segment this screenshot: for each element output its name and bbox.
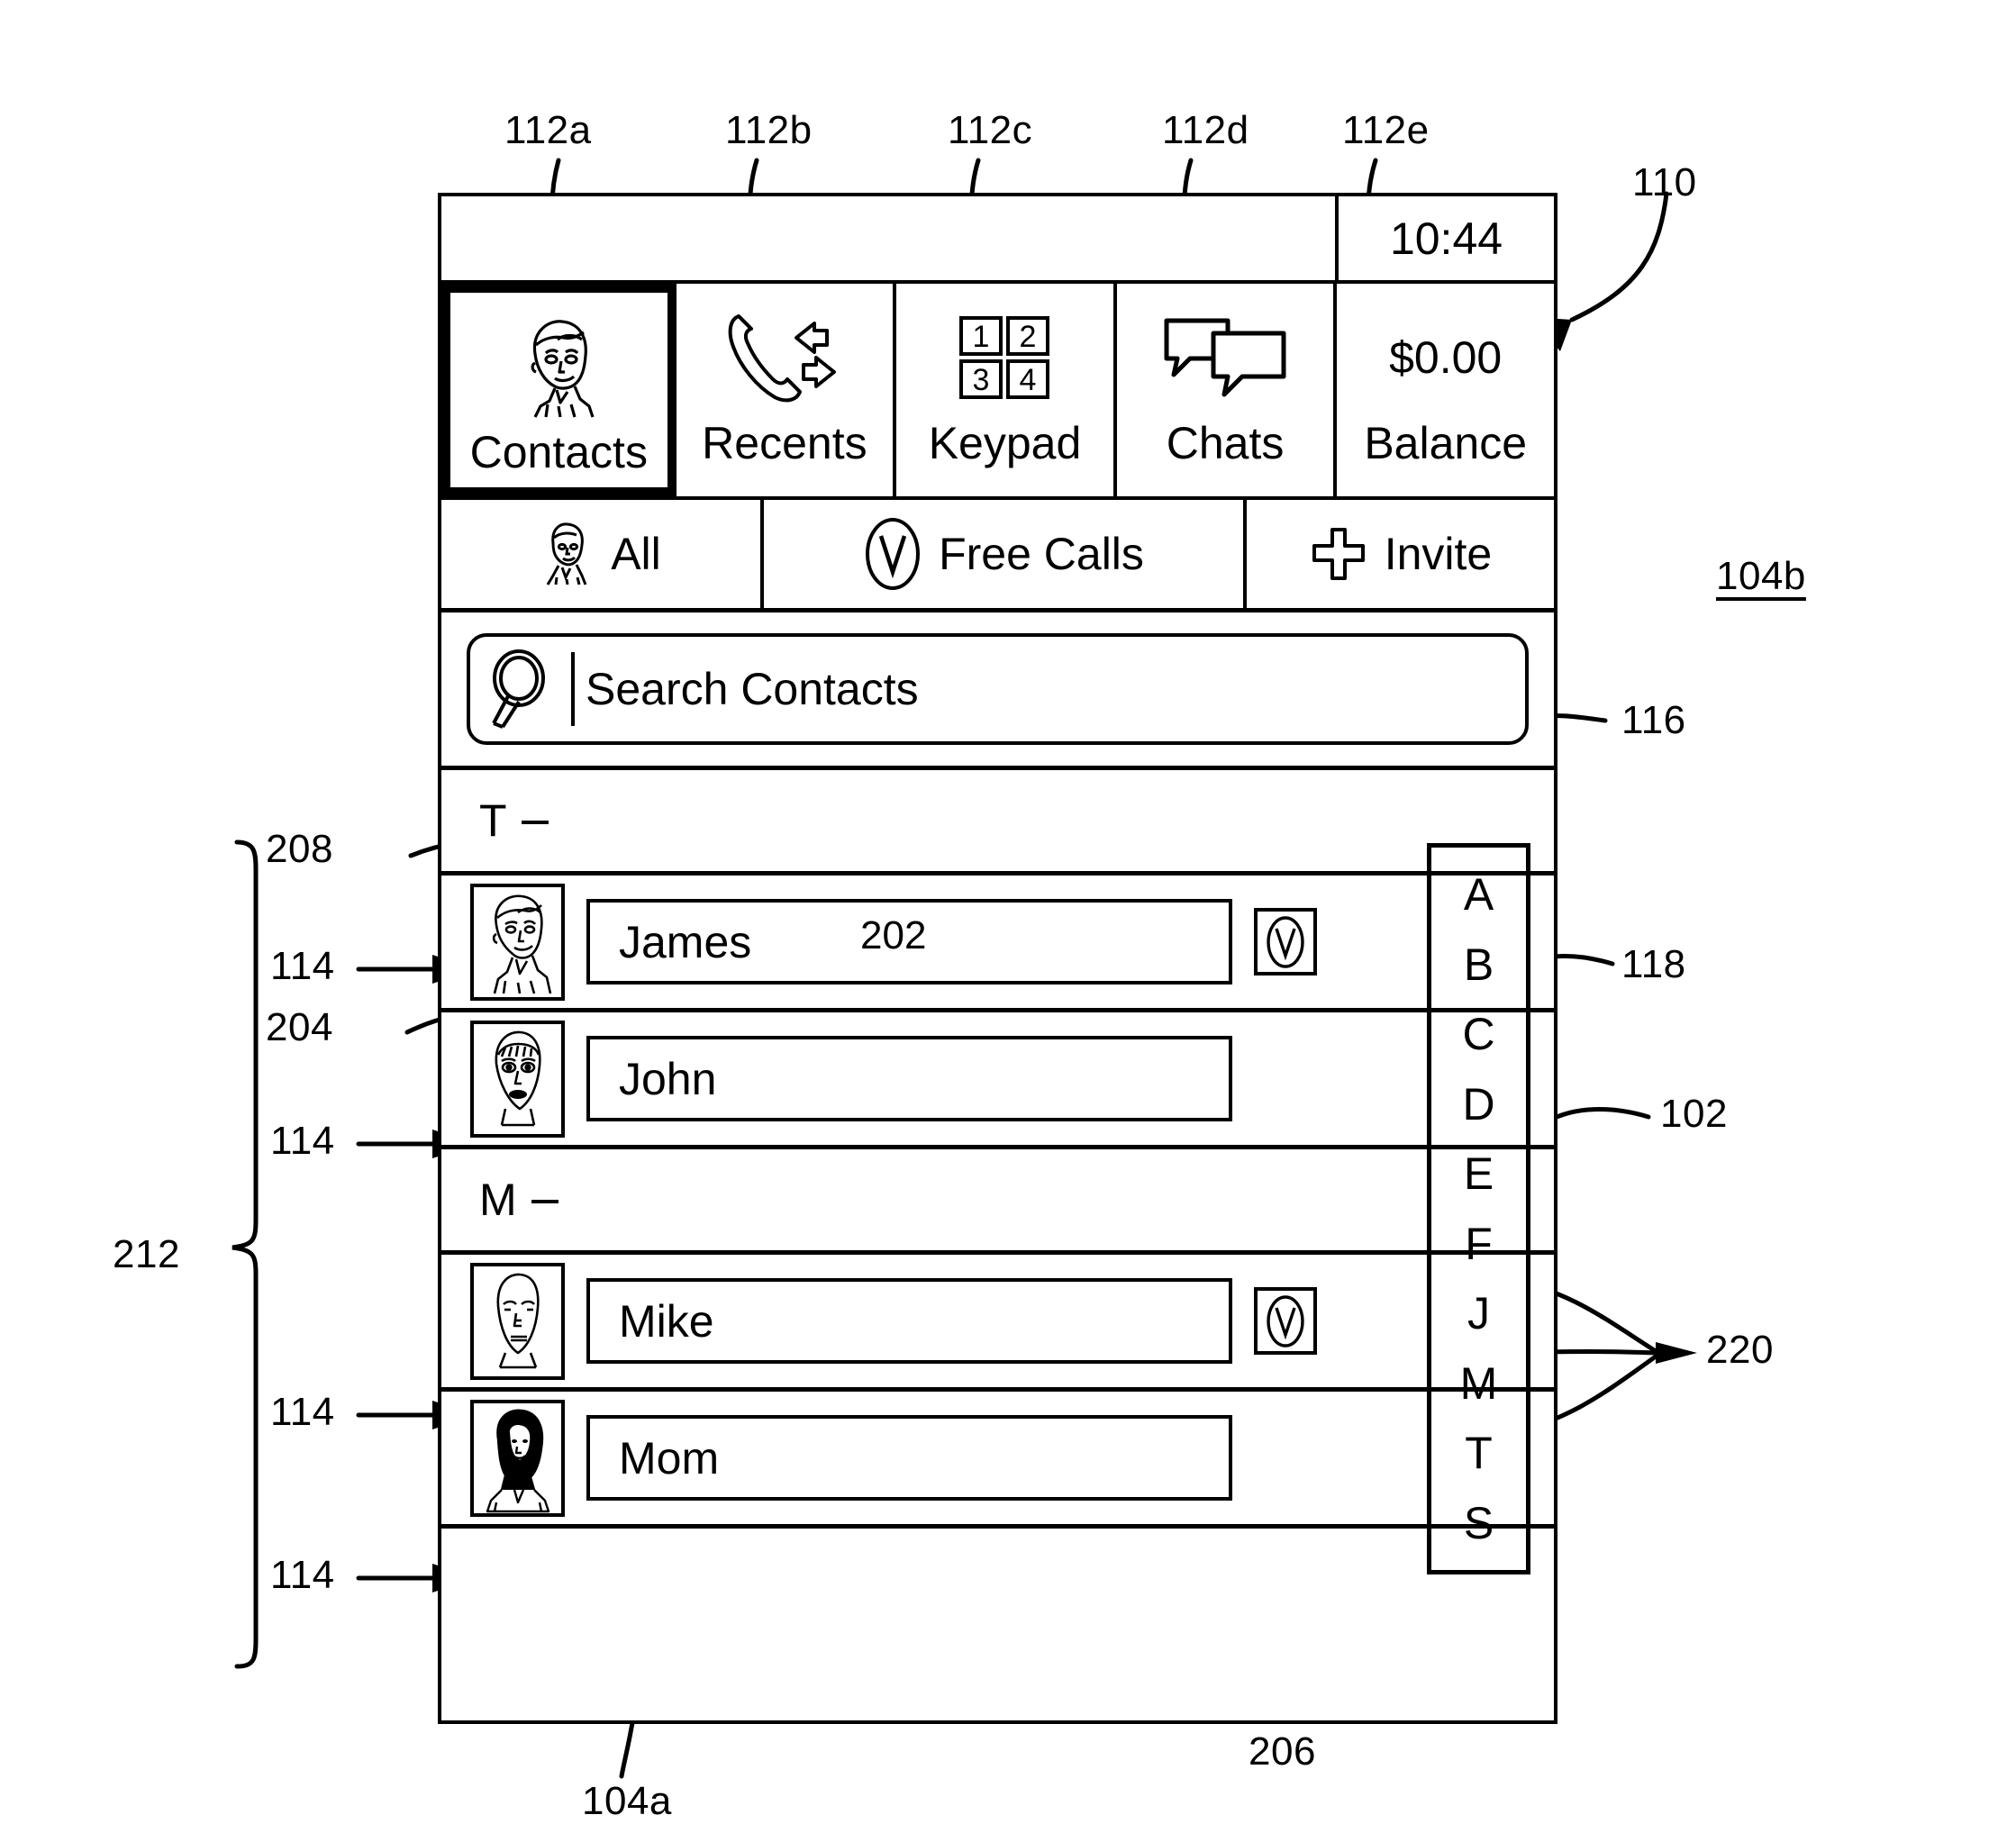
- tab-contacts-label: Contacts: [469, 427, 648, 477]
- tab-recents[interactable]: Recents: [677, 284, 897, 496]
- callout-112a: 112a: [504, 108, 592, 152]
- dialpad-digit-2: 2: [1020, 320, 1037, 354]
- boy-face-avatar: [470, 1020, 565, 1138]
- magnifier-icon: [485, 648, 562, 730]
- tab-balance[interactable]: $0.00 Balance: [1337, 284, 1554, 496]
- filter-invite[interactable]: Invite: [1247, 500, 1554, 608]
- alpha-letter-f[interactable]: F: [1465, 1221, 1493, 1266]
- tab-keypad-label: Keypad: [928, 418, 1082, 468]
- section-header-m: M: [441, 1149, 1554, 1255]
- tab-recents-label: Recents: [702, 418, 867, 468]
- tab-chats-label: Chats: [1166, 418, 1285, 468]
- alpha-letter-d[interactable]: D: [1462, 1082, 1494, 1127]
- dialpad-icon: 1 2 3 4: [950, 296, 1058, 419]
- filter-invite-label: Invite: [1384, 529, 1493, 579]
- balance-amount: $0.00: [1389, 332, 1503, 383]
- search-input[interactable]: Search Contacts: [467, 633, 1529, 745]
- section-dash: [521, 821, 549, 824]
- contact-name-john: John: [619, 1053, 717, 1104]
- callout-114-mike: 114: [270, 1390, 335, 1434]
- list-bottom-strip: [441, 1529, 1554, 1601]
- phone-handset-arrows-icon: [717, 296, 852, 419]
- speech-bubbles-icon: [1158, 296, 1293, 419]
- callout-114-mom: 114: [270, 1553, 335, 1597]
- callout-114-john: 114: [270, 1119, 335, 1163]
- filter-free-calls[interactable]: Free Calls: [764, 500, 1247, 608]
- search-placeholder: Search Contacts: [586, 664, 919, 714]
- callout-206: 206: [1249, 1729, 1316, 1774]
- contact-row-john[interactable]: John: [441, 1012, 1554, 1149]
- callout-118: 118: [1621, 942, 1686, 986]
- search-area: Search Contacts: [441, 612, 1554, 770]
- callout-116: 116: [1621, 698, 1686, 742]
- dialpad-digit-3: 3: [973, 363, 990, 397]
- callout-208: 208: [266, 827, 333, 871]
- alpha-letter-m[interactable]: M: [1460, 1361, 1498, 1406]
- alpha-letter-t[interactable]: T: [1465, 1430, 1493, 1475]
- contact-name-field-mike[interactable]: Mike: [586, 1278, 1232, 1364]
- callout-104b: 104b: [1716, 554, 1806, 598]
- alpha-letter-c[interactable]: C: [1462, 1012, 1494, 1057]
- alpha-letter-b[interactable]: B: [1464, 942, 1494, 987]
- alpha-letter-j[interactable]: J: [1467, 1291, 1490, 1336]
- contact-name-field-james[interactable]: James 202: [586, 899, 1232, 985]
- status-bar: 10:44: [441, 196, 1554, 284]
- callout-212: 212: [113, 1232, 180, 1276]
- contact-name-field-john[interactable]: John: [586, 1036, 1232, 1121]
- callout-102: 102: [1660, 1092, 1728, 1136]
- contact-name-mom: Mom: [619, 1432, 720, 1484]
- plus-icon: [1309, 524, 1368, 584]
- filter-bar[interactable]: All Free Calls Invite: [441, 500, 1554, 612]
- callout-104a: 104a: [582, 1779, 672, 1823]
- tab-contacts[interactable]: Contacts: [441, 284, 677, 496]
- callout-114-james: 114: [270, 944, 335, 988]
- woman-long-hair-avatar: [470, 1399, 565, 1517]
- free-call-badge-placeholder-mom: [1254, 1424, 1317, 1492]
- callout-112e: 112e: [1342, 108, 1430, 152]
- contact-name-mike: Mike: [619, 1295, 714, 1347]
- tab-chats[interactable]: Chats: [1117, 284, 1338, 496]
- text-caret: [571, 652, 575, 726]
- section-header-t-letter: T: [479, 795, 507, 846]
- filter-free-calls-label: Free Calls: [939, 529, 1144, 579]
- dialpad-digit-4: 4: [1020, 363, 1037, 397]
- contact-row-mike[interactable]: Mike: [441, 1255, 1554, 1392]
- person-small-icon: [540, 520, 595, 588]
- status-time: 10:44: [1335, 196, 1554, 280]
- filter-all[interactable]: All: [441, 500, 764, 608]
- free-call-badge-mike[interactable]: [1254, 1287, 1317, 1355]
- alpha-letter-e[interactable]: E: [1464, 1151, 1494, 1196]
- alpha-letter-a[interactable]: A: [1464, 872, 1494, 917]
- section-dash: [531, 1200, 558, 1203]
- man-suit-avatar: [470, 883, 565, 1001]
- free-call-badge-james[interactable]: [1254, 908, 1317, 975]
- callout-202: 202: [860, 913, 927, 957]
- person-portrait-icon: [508, 305, 609, 428]
- section-header-t: T: [441, 770, 1554, 876]
- section-header-m-letter: M: [479, 1175, 517, 1225]
- tab-bar[interactable]: Contacts Recents 1 2 3 4 Keypad Chats $0…: [441, 284, 1554, 500]
- bald-man-avatar: [470, 1262, 565, 1380]
- patent-figure-canvas: 112a 112b 112c 112d 112e 110 104b 116 20…: [0, 0, 2016, 1842]
- callout-220: 220: [1706, 1328, 1774, 1372]
- contact-row-mom[interactable]: Mom: [441, 1392, 1554, 1529]
- alpha-letter-s[interactable]: S: [1464, 1501, 1494, 1546]
- callout-112c: 112c: [948, 108, 1033, 152]
- mobile-device-screen: 10:44 Contacts Recents 1 2 3 4 Keypad Ch…: [438, 193, 1557, 1724]
- alphabet-index[interactable]: A B C D E F J M T S: [1427, 843, 1530, 1574]
- callout-112b: 112b: [725, 108, 813, 152]
- dialpad-digit-1: 1: [973, 320, 990, 354]
- contact-row-james[interactable]: James 202: [441, 876, 1554, 1012]
- callout-112d: 112d: [1162, 108, 1249, 152]
- v-oval-icon: [863, 516, 922, 592]
- contact-name-field-mom[interactable]: Mom: [586, 1415, 1232, 1501]
- callout-204: 204: [266, 1005, 333, 1049]
- filter-all-label: All: [611, 529, 661, 579]
- free-call-badge-placeholder-john: [1254, 1045, 1317, 1112]
- tab-balance-label: Balance: [1364, 418, 1528, 468]
- contact-name-james: James: [619, 916, 752, 967]
- callout-110: 110: [1632, 160, 1697, 204]
- tab-keypad[interactable]: 1 2 3 4 Keypad: [896, 284, 1117, 496]
